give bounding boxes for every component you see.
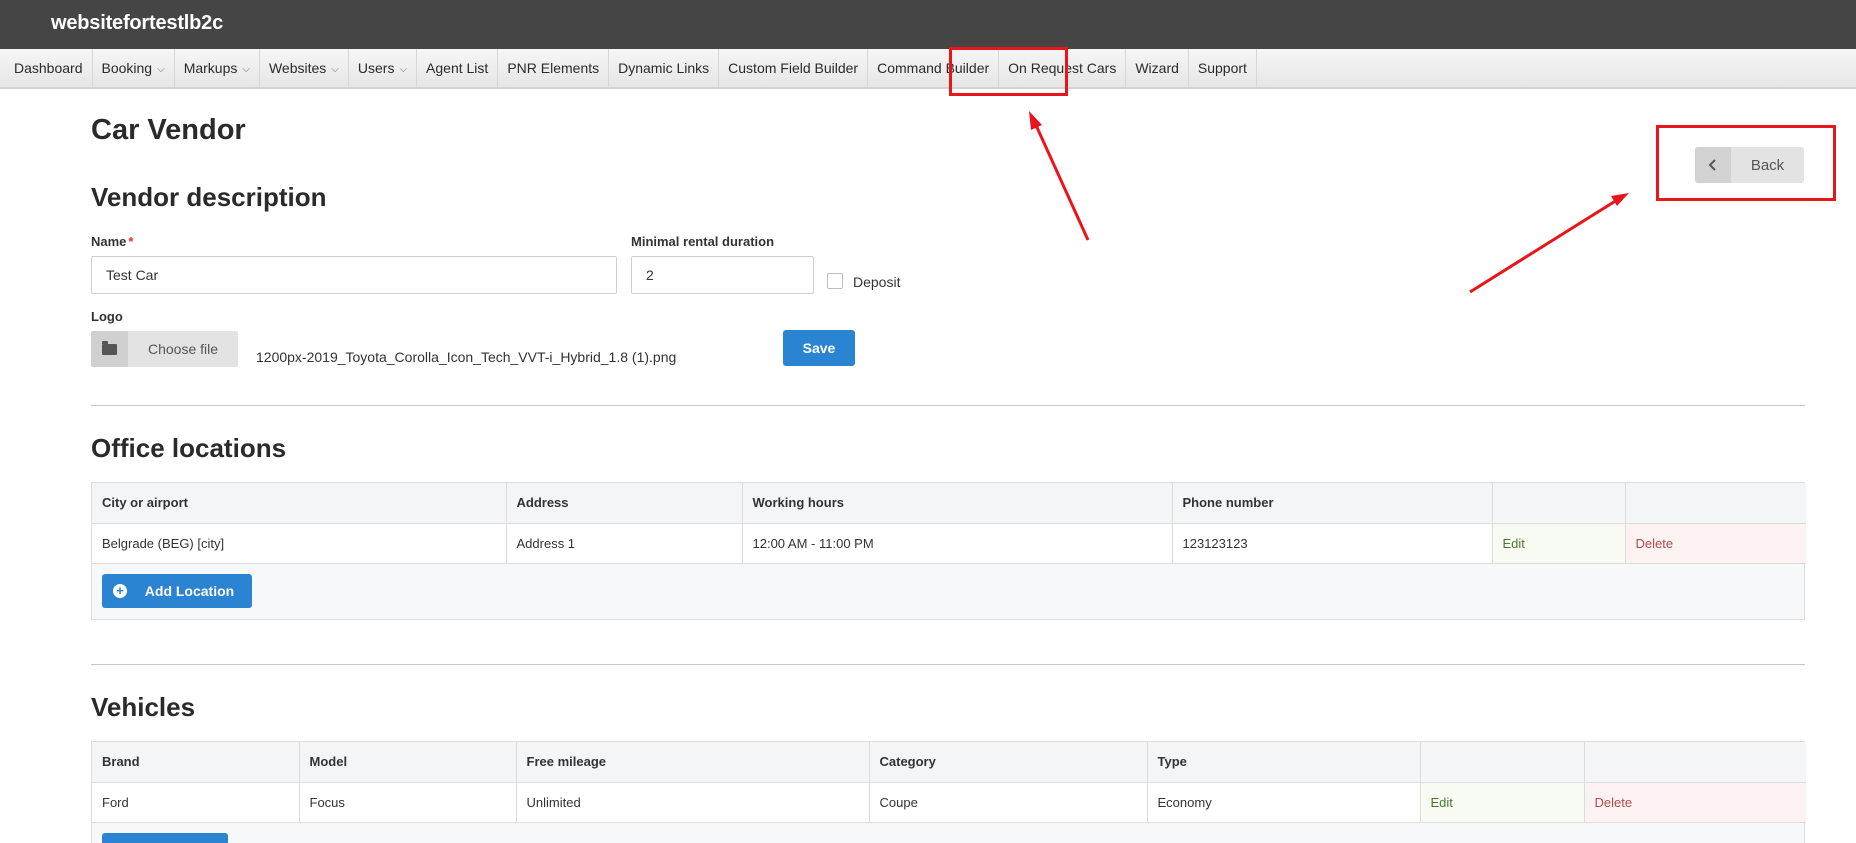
annotation-arrowhead	[1029, 111, 1042, 130]
annotation-arrowhead	[1611, 193, 1629, 206]
annotation-arrows	[1029, 111, 1629, 294]
annotation-arrow	[1469, 198, 1618, 294]
annotation-arrow	[1033, 122, 1090, 241]
